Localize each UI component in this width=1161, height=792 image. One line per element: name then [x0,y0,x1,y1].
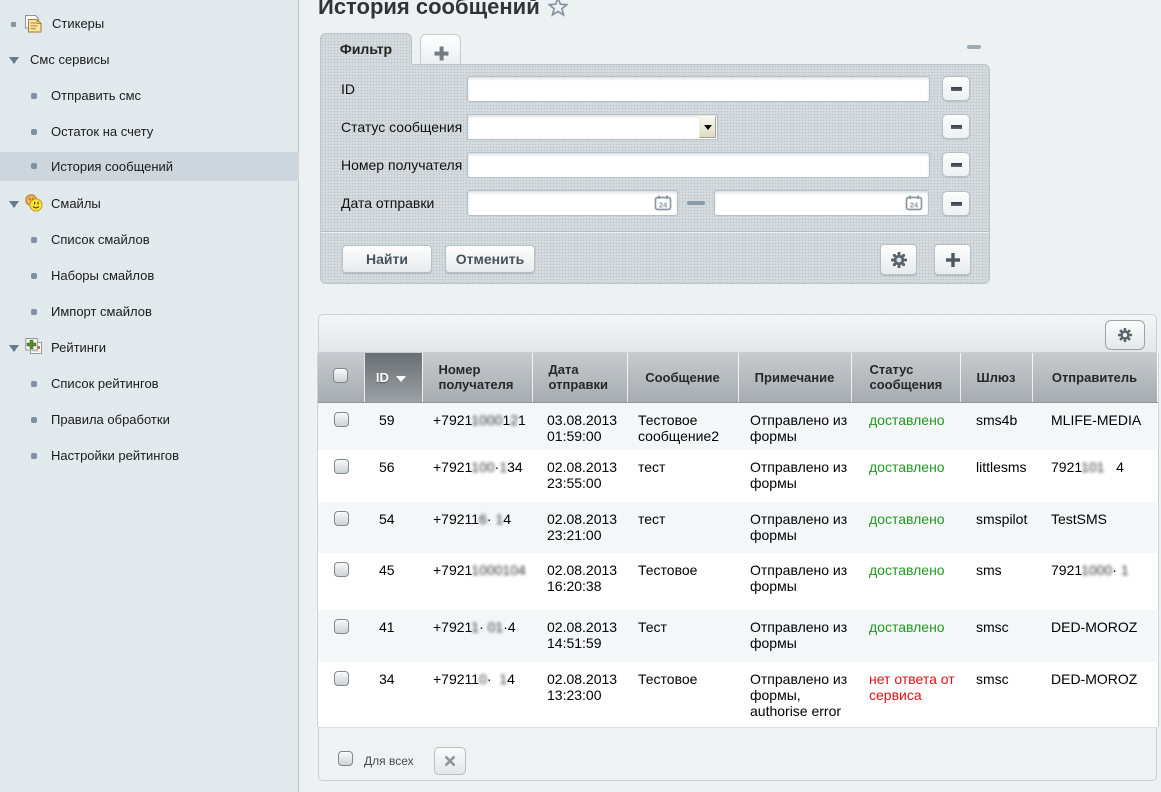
svg-text:24: 24 [910,201,919,210]
svg-text:24: 24 [659,201,668,210]
